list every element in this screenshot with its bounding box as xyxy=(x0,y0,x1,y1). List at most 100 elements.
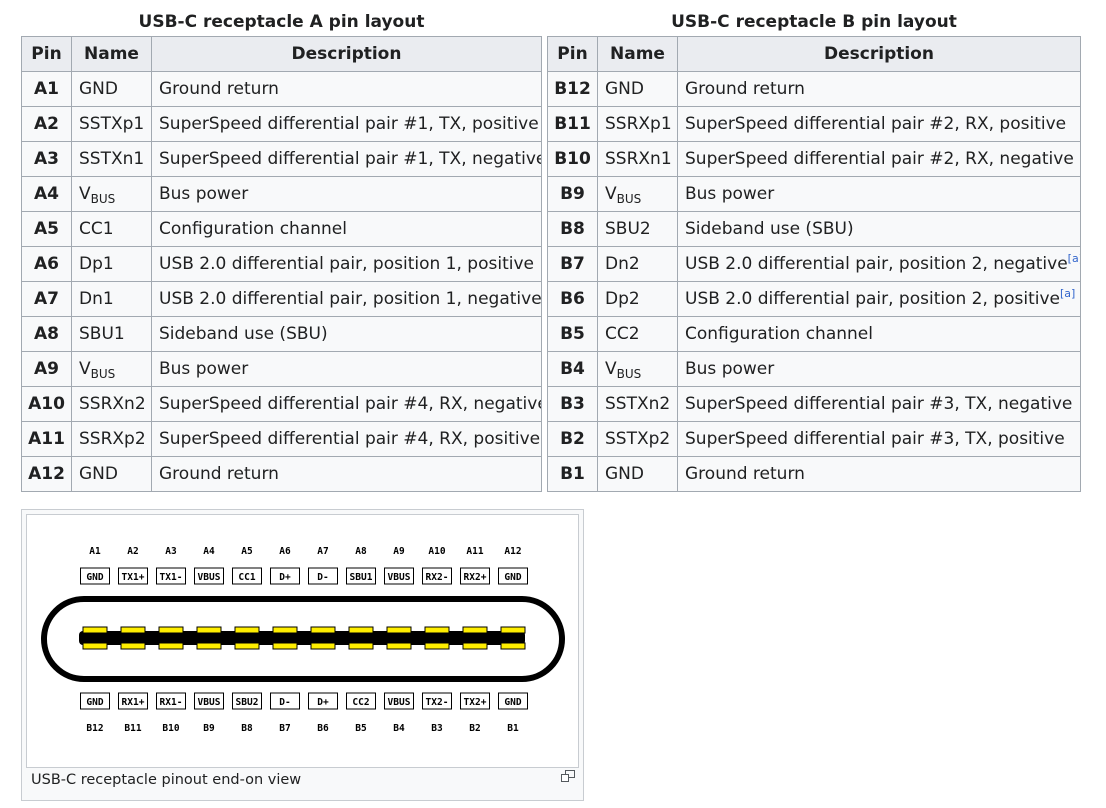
description-text: SuperSpeed differential pair #3, TX, pos… xyxy=(685,429,1065,449)
signal-label-bottom: CC2 xyxy=(352,697,369,708)
pin-label-bottom: B1 xyxy=(507,723,519,734)
signal-name: GND xyxy=(79,79,118,99)
description-cell: Bus power xyxy=(677,176,1081,212)
signal-name: GND xyxy=(79,464,118,484)
contact-bottom xyxy=(386,642,412,650)
signal-name: Dn2 xyxy=(605,254,640,274)
description-cell: Ground return xyxy=(151,456,542,492)
pin-label-top: A3 xyxy=(165,546,177,557)
pin-label-top: A4 xyxy=(203,546,215,557)
contact-bottom xyxy=(158,642,184,650)
pin-table-b: Pin Name Description B12 GND Ground return… xyxy=(547,36,1081,492)
signal-label-top: GND xyxy=(86,572,103,583)
pin-cell: A1 xyxy=(21,71,72,107)
contact-bottom xyxy=(424,642,450,650)
name-cell: Dn1 xyxy=(71,281,152,317)
footnote-link[interactable]: [a] xyxy=(1068,252,1080,265)
table-row: A9 VBUS Bus power xyxy=(21,351,542,387)
description-text: USB 2.0 differential pair, position 2, n… xyxy=(685,254,1068,274)
name-cell: SBU2 xyxy=(597,211,678,247)
description-cell: Configuration channel xyxy=(151,211,542,247)
signal-name: SBU1 xyxy=(79,324,125,344)
name-cell: SSRXp2 xyxy=(71,421,152,457)
table-row: B3 SSTXn2 SuperSpeed differential pair #3,… xyxy=(547,386,1081,422)
signal-name: SSTXp2 xyxy=(605,429,671,449)
name-cell: SSTXn1 xyxy=(71,141,152,177)
description-cell: USB 2.0 differential pair, position 1, p… xyxy=(151,246,542,282)
description-cell: SuperSpeed differential pair #1, TX, neg… xyxy=(151,141,542,177)
pin-cell: A12 xyxy=(21,456,72,492)
name-cell: SSRXp1 xyxy=(597,106,678,142)
pin-cell: A10 xyxy=(21,386,72,422)
pin-cell: B11 xyxy=(547,106,598,142)
signal-name-subscript: BUS xyxy=(90,192,116,206)
signal-name: V xyxy=(79,359,91,379)
pin-label-top: A12 xyxy=(504,546,521,557)
description-cell: SuperSpeed differential pair #1, TX, pos… xyxy=(151,106,542,142)
name-cell: SSRXn1 xyxy=(597,141,678,177)
table-row: A11 SSRXp2 SuperSpeed differential pair #4… xyxy=(21,421,542,457)
signal-name-subscript: BUS xyxy=(90,367,116,381)
pin-label-bottom: B5 xyxy=(355,723,367,734)
pin-cell: A3 xyxy=(21,141,72,177)
name-cell: SSRXn2 xyxy=(71,386,152,422)
description-cell: Bus power xyxy=(677,351,1081,387)
signal-label-bottom: D- xyxy=(279,697,290,708)
description-text: Bus power xyxy=(685,359,775,379)
signal-name: SSRXp1 xyxy=(605,114,672,134)
pin-cell: A7 xyxy=(21,281,72,317)
pin-label-bottom: B9 xyxy=(203,723,215,734)
enlarge-icon[interactable] xyxy=(561,770,575,782)
signal-label-bottom: GND xyxy=(504,697,521,708)
pin-cell: B1 xyxy=(547,456,598,492)
pin-label-bottom: B11 xyxy=(124,723,141,734)
description-text: Ground return xyxy=(159,464,279,484)
name-cell: SSTXp2 xyxy=(597,421,678,457)
signal-label-top: SBU1 xyxy=(350,572,373,583)
pin-table-a: Pin Name Description A1 GND Ground return A… xyxy=(21,36,542,492)
name-cell: SSTXn2 xyxy=(597,386,678,422)
table-row: A7 Dn1 USB 2.0 differential pair, position… xyxy=(21,281,542,317)
contact-bottom xyxy=(310,642,336,650)
contact-bottom xyxy=(196,642,222,650)
signal-name: SSTXn1 xyxy=(79,149,145,169)
pinout-diagram[interactable]: A1 GND GND B12 A2 TX1+ RX1+ B11 A3 TX1- RX1- B10 A4 V… xyxy=(26,514,579,768)
description-cell: Bus power xyxy=(151,351,542,387)
contact-bottom xyxy=(272,642,298,650)
description-text: SuperSpeed differential pair #4, RX, neg… xyxy=(159,394,542,414)
name-cell: VBUS xyxy=(597,351,678,387)
signal-name: Dp2 xyxy=(605,289,640,309)
description-text: Bus power xyxy=(159,184,249,204)
name-cell: Dn2 xyxy=(597,246,678,282)
signal-name: V xyxy=(605,184,617,204)
description-cell: Ground return xyxy=(677,71,1081,107)
pin-cell: B3 xyxy=(547,386,598,422)
description-cell: SuperSpeed differential pair #4, RX, neg… xyxy=(151,386,542,422)
name-cell: GND xyxy=(71,71,152,107)
name-cell: VBUS xyxy=(597,176,678,212)
signal-label-bottom: TX2+ xyxy=(464,697,487,708)
description-text: Ground return xyxy=(159,79,279,99)
name-cell: Dp1 xyxy=(71,246,152,282)
contact-bottom xyxy=(348,642,374,650)
table-row: A2 SSTXp1 SuperSpeed differential pair #1,… xyxy=(21,106,542,142)
pin-label-top: A10 xyxy=(428,546,445,557)
pin-table-a-wrapper: USB-C receptacle A pin layout Pin Name D… xyxy=(21,8,542,492)
signal-label-bottom: VBUS xyxy=(198,697,221,708)
description-text: Sideband use (SBU) xyxy=(685,219,854,239)
contact-top xyxy=(310,626,336,634)
pin-label-top: A7 xyxy=(317,546,328,557)
footnote-link[interactable]: [a] xyxy=(1060,287,1075,300)
receptacle-tongue xyxy=(79,631,525,645)
description-text: Configuration channel xyxy=(685,324,873,344)
name-cell: Dp2 xyxy=(597,281,678,317)
name-cell: CC1 xyxy=(71,211,152,247)
pin-label-bottom: B2 xyxy=(469,723,480,734)
pin-label-top: A11 xyxy=(466,546,483,557)
pin-cell: B7 xyxy=(547,246,598,282)
contact-bottom xyxy=(120,642,146,650)
signal-label-bottom: RX1+ xyxy=(122,697,145,708)
contact-top xyxy=(386,626,412,634)
signal-label-top: RX2- xyxy=(426,572,449,583)
contact-top xyxy=(158,626,184,634)
